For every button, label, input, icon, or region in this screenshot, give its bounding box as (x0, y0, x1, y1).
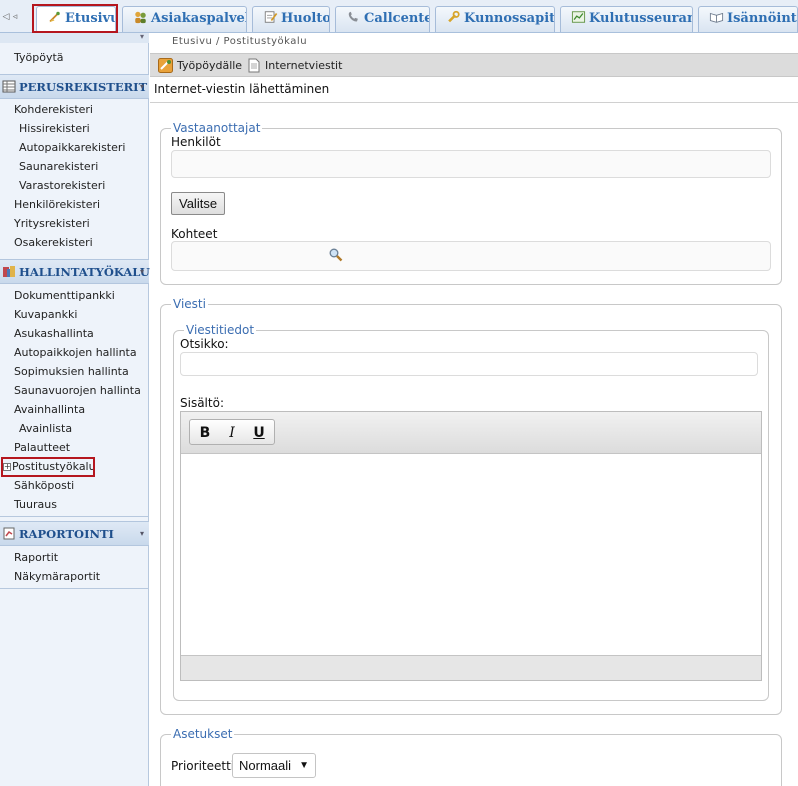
wrench-icon (448, 10, 460, 23)
tab-kulutusseuranta[interactable]: Kulutusseuranta (560, 6, 693, 32)
sidebar-item-hissirekisteri[interactable]: Hissirekisteri (19, 122, 90, 135)
sidebar-item-nakymaraportit[interactable]: Näkymäraportit (14, 570, 100, 583)
section-title: HALLINTATYÖKALUT (19, 265, 159, 279)
sidebar-item-osakerekisteri[interactable]: Osakerekisteri (14, 236, 93, 249)
sidebar-item-autopaikkarekisteri[interactable]: Autopaikkarekisteri (19, 141, 125, 154)
tab-kunnossapito[interactable]: Kunnossapito (435, 6, 555, 32)
top-tab-bar: ◁◃ Etusivu Asiakaspalvelu Huolto Callcen… (0, 0, 798, 33)
sidebar-item-kohderekisteri[interactable]: Kohderekisteri (14, 103, 93, 116)
section-title: PERUSREKISTERIT (19, 80, 148, 94)
sidebar-item-avainlista[interactable]: Avainlista (19, 422, 72, 435)
scroll-prev-icon[interactable]: ◃ (11, 12, 20, 22)
persons-field[interactable] (171, 150, 771, 178)
title-divider (150, 102, 798, 103)
page-title: Internet-viestin lähettäminen (154, 82, 330, 96)
breadcrumb: Etusivu / Postitustyökalu (172, 36, 308, 47)
chart-icon (571, 11, 586, 23)
tab-isannointi[interactable]: Isännöinti (698, 6, 798, 32)
editor-footer (181, 655, 761, 680)
search-icon[interactable] (329, 248, 343, 262)
scroll-first-icon[interactable]: ◁ (2, 12, 11, 22)
sidebar-item-tuuraus[interactable]: Tuuraus (14, 498, 57, 511)
notepad-icon (264, 11, 278, 23)
sidebar-item-avainhallinta[interactable]: Avainhallinta (14, 403, 85, 416)
chevron-down-icon[interactable]: ▾ (140, 82, 144, 91)
sidebar-collapse-strip[interactable]: ▾ (0, 32, 149, 43)
dropdown-arrow-icon: ▼ (299, 760, 309, 771)
persons-label: Henkilöt (171, 135, 221, 149)
message-info-legend: Viestitiedot (186, 323, 255, 337)
sidebar-item-tyopoyta[interactable]: Työpöytä (14, 51, 64, 64)
tab-huolto[interactable]: Huolto (252, 6, 330, 32)
italic-button[interactable]: I (222, 424, 242, 442)
sidebar-item-henkilorekisteri[interactable]: Henkilörekisteri (14, 198, 100, 211)
sidebar-item-asukashallinta[interactable]: Asukashallinta (14, 327, 94, 340)
report-icon (3, 527, 15, 540)
bold-button[interactable]: B (195, 424, 215, 442)
chevron-down-icon[interactable]: ▾ (140, 267, 144, 276)
sidebar-item-dokumenttipankki[interactable]: Dokumenttipankki (14, 289, 115, 302)
book-icon (709, 12, 724, 23)
message-legend: Viesti (173, 297, 206, 311)
subject-label: Otsikko: (180, 337, 229, 351)
rich-text-editor: B I U (180, 411, 762, 681)
sidebar-item-palautteet[interactable]: Palautteet (14, 441, 70, 454)
desktop-icon (158, 58, 173, 73)
tab-asiakaspalvelu[interactable]: Asiakaspalvelu (122, 6, 247, 32)
sidebar-item-saunarekisteri[interactable]: Saunarekisteri (19, 160, 98, 173)
format-button-group: B I U (189, 419, 275, 445)
sidebar-item-raportit[interactable]: Raportit (14, 551, 58, 564)
sidebar-item-varastorekisteri[interactable]: Varastorekisteri (19, 179, 105, 192)
tab-scroll-arrows[interactable]: ◁ ◃ (2, 12, 20, 22)
section-perusrekisterit[interactable]: PERUSREKISTERIT ▾ (0, 74, 149, 99)
subject-input[interactable] (180, 352, 758, 376)
priority-label: Prioriteetti: (171, 759, 239, 773)
sidebar-item-kuvapankki[interactable]: Kuvapankki (14, 308, 77, 321)
section-title: RAPORTOINTI (19, 527, 114, 541)
section-hallintatyokalut[interactable]: HALLINTATYÖKALUT ▾ (0, 259, 158, 284)
expand-plus-icon[interactable]: + (3, 463, 11, 471)
chevron-down-icon[interactable]: ▾ (140, 529, 144, 538)
document-icon (248, 58, 260, 73)
people-icon (135, 11, 146, 24)
internet-messages-link[interactable]: Internetviestit (246, 58, 342, 73)
phone-icon (348, 11, 358, 22)
tab-etusivu[interactable]: Etusivu (36, 6, 116, 33)
sidebar-item-sopimuksien-hallinta[interactable]: Sopimuksien hallinta (14, 365, 129, 378)
main-content: Etusivu / Postitustyökalu Työpöydälle In… (150, 33, 798, 786)
desktop-link[interactable]: Työpöydälle (158, 58, 242, 73)
home-icon (49, 11, 60, 23)
recipients-legend: Vastaanottajat (173, 121, 261, 135)
sidebar-divider (0, 516, 149, 517)
underline-button[interactable]: U (249, 424, 269, 442)
choose-button[interactable]: Valitse (171, 192, 226, 215)
sidebar-item-sahkoposti[interactable]: Sähköposti (14, 479, 74, 492)
chevron-down-icon[interactable]: ▾ (140, 32, 144, 41)
section-raportointi[interactable]: RAPORTOINTI ▾ (0, 521, 149, 546)
content-label: Sisältö: (180, 396, 224, 410)
sidebar-divider (0, 588, 149, 589)
tab-callcenter[interactable]: Callcenter (335, 6, 430, 32)
table-icon (2, 80, 16, 93)
sidebar-item-postitustyokalu[interactable]: +Postitustyökalu (3, 460, 96, 473)
tools-icon (3, 266, 15, 277)
sidebar-item-autopaikkojen-hallinta[interactable]: Autopaikkojen hallinta (14, 346, 137, 359)
message-body-textarea[interactable] (181, 455, 761, 655)
targets-label: Kohteet (171, 227, 218, 241)
priority-select[interactable]: Normaali ▼ (232, 753, 316, 778)
targets-field[interactable] (171, 241, 771, 271)
editor-toolbar: B I U (181, 412, 761, 454)
content-toolbar: Työpöydälle Internetviestit (150, 53, 798, 77)
sidebar: ▾ Työpöytä PERUSREKISTERIT ▾ Kohderekist… (0, 32, 158, 786)
settings-legend: Asetukset (173, 727, 233, 741)
sidebar-item-yritysrekisteri[interactable]: Yritysrekisteri (14, 217, 90, 230)
sidebar-item-saunavuorojen-hallinta[interactable]: Saunavuorojen hallinta (14, 384, 141, 397)
